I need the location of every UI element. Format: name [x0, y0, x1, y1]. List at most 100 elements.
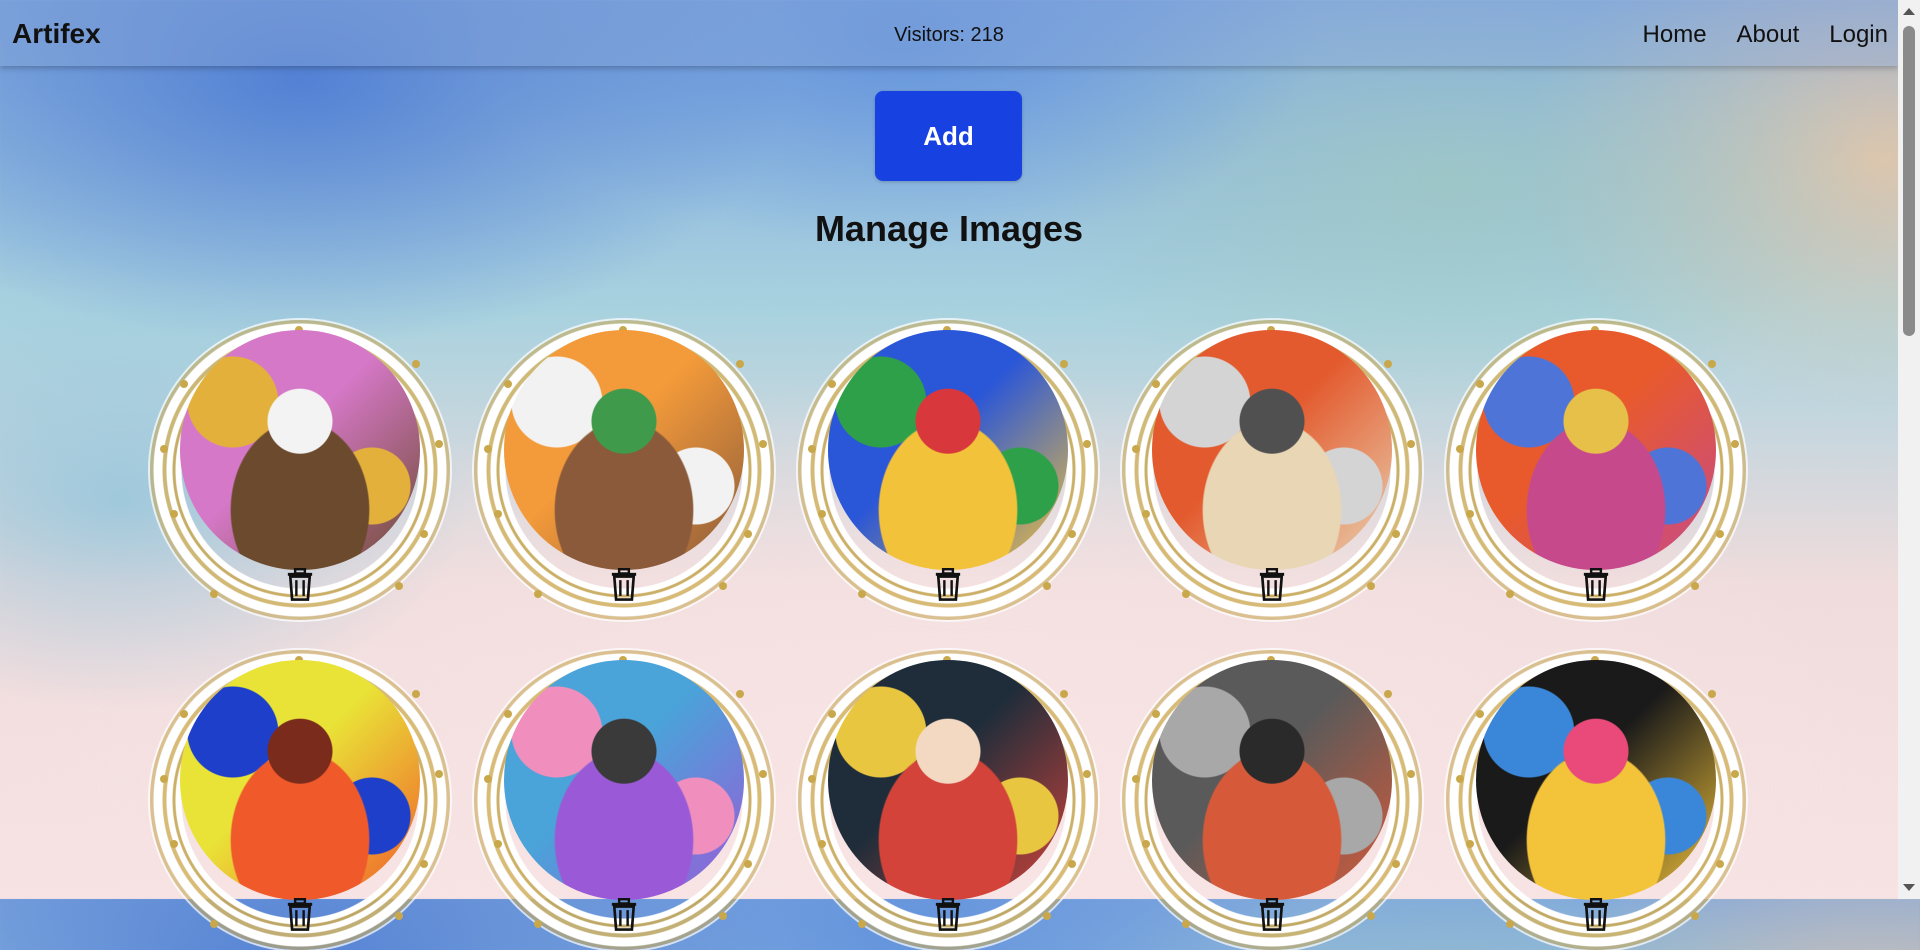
frame-ornament	[395, 582, 403, 590]
frame-ornament	[808, 445, 816, 453]
frame-ornament	[494, 840, 502, 848]
frame-ornament	[1043, 912, 1051, 920]
frame-ornament	[1456, 775, 1464, 783]
frame-ornament	[1182, 920, 1190, 928]
frame-ornament	[858, 590, 866, 598]
artwork-image[interactable]	[504, 330, 744, 570]
gallery-card	[798, 650, 1098, 950]
frame-ornament	[1456, 445, 1464, 453]
frame-ornament	[1716, 860, 1724, 868]
top-navbar: Artifex Visitors: 218 Home About Login	[0, 0, 1898, 66]
vertical-scrollbar[interactable]	[1898, 0, 1920, 899]
delete-icon[interactable]	[1257, 898, 1287, 932]
delete-icon[interactable]	[933, 568, 963, 602]
frame-ornament	[1407, 770, 1415, 778]
frame-ornament	[1060, 360, 1068, 368]
frame-ornament	[170, 840, 178, 848]
frame-ornament	[1506, 920, 1514, 928]
frame-ornament	[736, 690, 744, 698]
frame-ornament	[1407, 440, 1415, 448]
delete-icon[interactable]	[285, 568, 315, 602]
frame-ornament	[1691, 582, 1699, 590]
frame-ornament	[534, 590, 542, 598]
gallery-card	[1446, 650, 1746, 950]
gallery-card	[474, 650, 774, 950]
gallery-card	[1446, 320, 1746, 620]
artwork-image[interactable]	[1476, 660, 1716, 900]
scroll-down-arrow-icon[interactable]	[1903, 884, 1915, 891]
frame-ornament	[1708, 360, 1716, 368]
artwork-image[interactable]	[1476, 330, 1716, 570]
nav-link-login[interactable]: Login	[1829, 21, 1888, 49]
frame-ornament	[412, 690, 420, 698]
frame-ornament	[1043, 582, 1051, 590]
artwork-image[interactable]	[1152, 330, 1392, 570]
artwork-image[interactable]	[1152, 660, 1392, 900]
frame-ornament	[719, 582, 727, 590]
frame-ornament	[210, 590, 218, 598]
frame-ornament	[160, 445, 168, 453]
frame-ornament	[818, 840, 826, 848]
frame-ornament	[1384, 690, 1392, 698]
frame-ornament	[1068, 530, 1076, 538]
frame-ornament	[1716, 530, 1724, 538]
frame-ornament	[1152, 710, 1160, 718]
frame-ornament	[504, 380, 512, 388]
delete-icon[interactable]	[1257, 568, 1287, 602]
frame-ornament	[180, 710, 188, 718]
frame-ornament	[534, 920, 542, 928]
frame-ornament	[1182, 590, 1190, 598]
delete-icon[interactable]	[609, 568, 639, 602]
nav-links: Home About Login	[1613, 21, 1888, 49]
frame-ornament	[435, 770, 443, 778]
artwork-image[interactable]	[180, 330, 420, 570]
artwork-image[interactable]	[828, 330, 1068, 570]
frame-ornament	[828, 710, 836, 718]
frame-ornament	[1132, 775, 1140, 783]
frame-ornament	[759, 770, 767, 778]
delete-icon[interactable]	[285, 898, 315, 932]
nav-link-home[interactable]: Home	[1643, 21, 1707, 49]
frame-ornament	[1708, 690, 1716, 698]
frame-ornament	[744, 530, 752, 538]
delete-icon[interactable]	[1581, 898, 1611, 932]
frame-ornament	[828, 380, 836, 388]
delete-icon[interactable]	[933, 898, 963, 932]
frame-ornament	[504, 710, 512, 718]
artwork-image[interactable]	[180, 660, 420, 900]
frame-ornament	[1142, 840, 1150, 848]
frame-ornament	[1083, 440, 1091, 448]
frame-ornament	[1392, 530, 1400, 538]
frame-ornament	[210, 920, 218, 928]
frame-ornament	[744, 860, 752, 868]
scroll-up-arrow-icon[interactable]	[1903, 8, 1915, 15]
nav-link-about[interactable]: About	[1737, 21, 1800, 49]
frame-ornament	[1691, 912, 1699, 920]
frame-ornament	[420, 860, 428, 868]
frame-ornament	[420, 530, 428, 538]
gallery-card	[1122, 650, 1422, 950]
frame-ornament	[494, 510, 502, 518]
frame-ornament	[1083, 770, 1091, 778]
image-gallery	[150, 320, 1750, 950]
gallery-card	[474, 320, 774, 620]
add-image-button[interactable]: Add	[875, 91, 1022, 181]
artwork-image[interactable]	[828, 660, 1068, 900]
delete-icon[interactable]	[609, 898, 639, 932]
artwork-image[interactable]	[504, 660, 744, 900]
frame-ornament	[818, 510, 826, 518]
frame-ornament	[759, 440, 767, 448]
frame-ornament	[160, 775, 168, 783]
delete-icon[interactable]	[1581, 568, 1611, 602]
frame-ornament	[1466, 840, 1474, 848]
frame-ornament	[1367, 912, 1375, 920]
frame-ornament	[808, 775, 816, 783]
frame-ornament	[1060, 690, 1068, 698]
frame-ornament	[1476, 380, 1484, 388]
scroll-thumb[interactable]	[1903, 26, 1915, 336]
frame-ornament	[1476, 710, 1484, 718]
frame-ornament	[484, 775, 492, 783]
gallery-card	[150, 320, 450, 620]
frame-ornament	[1384, 360, 1392, 368]
frame-ornament	[395, 912, 403, 920]
